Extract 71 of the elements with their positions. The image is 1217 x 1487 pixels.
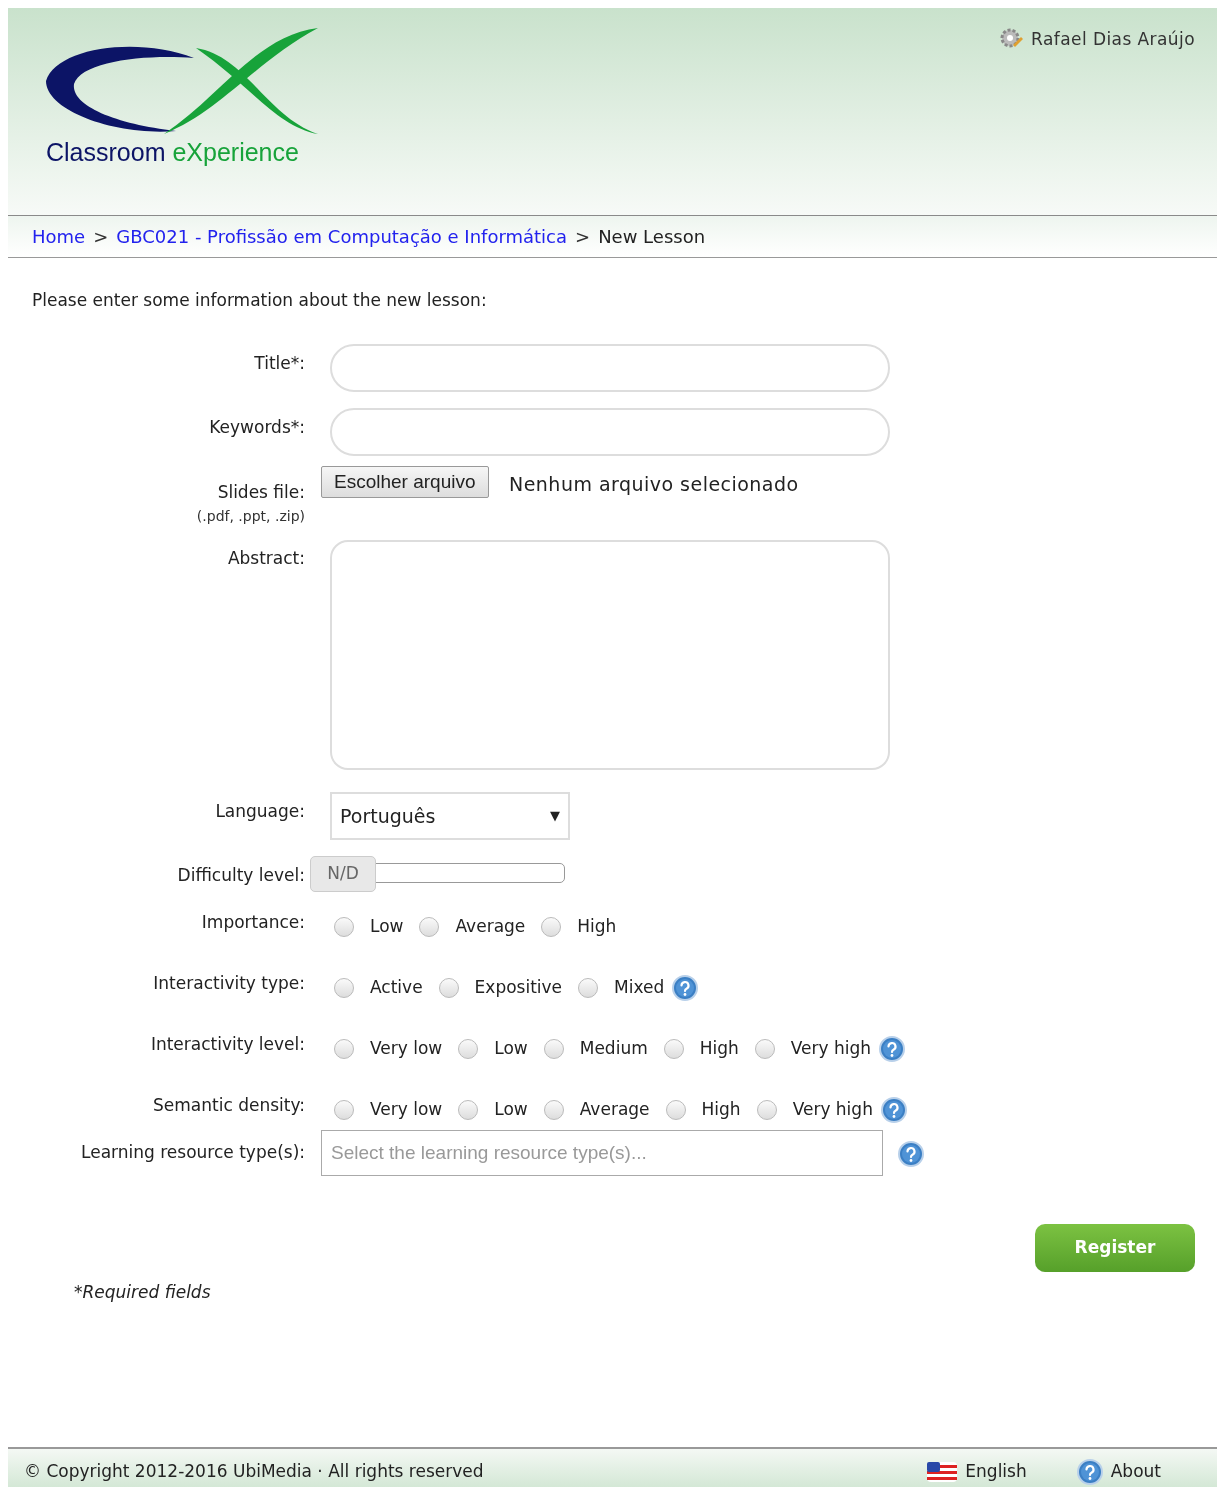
radio-label[interactable]: Very low: [370, 1036, 443, 1062]
radio-button[interactable]: [458, 1100, 479, 1120]
copyright-text: © Copyright 2012-2016 UbiMedia · All rights reserved: [24, 1460, 485, 1484]
field-label: Abstract:: [227, 547, 305, 570]
abstract-field[interactable]: [330, 540, 890, 770]
field-label: Slides file:: [217, 481, 305, 504]
required-note: *Required fields: [74, 1281, 211, 1304]
radio-button[interactable]: [419, 916, 440, 937]
radio-label[interactable]: Expositive: [474, 975, 563, 1001]
field-label: Title*:: [254, 352, 305, 375]
radio-button[interactable]: [438, 978, 459, 998]
radio-button[interactable]: [458, 1039, 479, 1059]
radio-button[interactable]: [334, 978, 354, 998]
breadcrumb-link[interactable]: GBC021 - Profissão em Computação e Informática: [116, 223, 568, 250]
radio-label[interactable]: Very low: [370, 1097, 443, 1123]
choose-file-button[interactable]: Escolher arquivo: [321, 466, 489, 498]
help-icon[interactable]: [672, 975, 699, 1001]
breadcrumb-link[interactable]: Home: [32, 223, 86, 250]
radio-button[interactable]: [663, 1039, 684, 1059]
field-label: Semantic density:: [153, 1094, 305, 1117]
radio-button[interactable]: [756, 1100, 777, 1120]
field-label: Interactivity type:: [153, 972, 305, 995]
radio-button[interactable]: [578, 978, 599, 998]
radio-label[interactable]: High: [577, 914, 617, 940]
gear-icon[interactable]: [999, 27, 1024, 49]
intro-text: Please enter some information about the new lesson:: [32, 289, 487, 312]
slider-handle[interactable]: N/D: [310, 856, 376, 892]
radio-label[interactable]: Medium: [579, 1036, 648, 1062]
radio-label[interactable]: Very high: [792, 1097, 873, 1123]
language-select[interactable]: Português ▼: [330, 792, 570, 840]
field-label: Learning resource type(s):: [81, 1141, 305, 1164]
keywords-field[interactable]: [330, 408, 890, 456]
help-icon[interactable]: [879, 1036, 906, 1062]
breadcrumb-separator: >: [575, 225, 591, 249]
field-label: Interactivity level:: [150, 1033, 305, 1056]
radio-label[interactable]: Very high: [790, 1036, 872, 1062]
radio-button[interactable]: [541, 916, 562, 937]
radio-button[interactable]: [334, 1100, 354, 1120]
radio-button[interactable]: [665, 1100, 686, 1120]
file-status: Nenhum arquivo selecionado: [509, 472, 799, 497]
radio-button[interactable]: [334, 1039, 354, 1059]
radio-button[interactable]: [754, 1039, 775, 1059]
radio-label[interactable]: Low: [370, 914, 404, 940]
radio-label[interactable]: Mixed: [614, 975, 665, 1001]
radio-button[interactable]: [334, 916, 354, 937]
help-icon[interactable]: [898, 1141, 924, 1167]
radio-label[interactable]: Low: [494, 1097, 528, 1123]
radio-label[interactable]: High: [699, 1036, 739, 1062]
language-link[interactable]: English: [965, 1459, 1027, 1485]
user-link[interactable]: Rafael Dias Araújo: [1031, 27, 1195, 53]
breadcrumb-current: New Lesson: [598, 225, 706, 249]
field-label: Keywords*:: [209, 416, 305, 439]
field-label: Importance:: [201, 911, 305, 934]
radio-label[interactable]: High: [701, 1097, 741, 1123]
title-field[interactable]: [330, 344, 890, 392]
radio-label[interactable]: Active: [370, 975, 423, 1001]
logo-text: Classroom eXperience: [46, 138, 299, 166]
field-label: Difficulty level:: [177, 864, 305, 887]
about-link[interactable]: About: [1110, 1459, 1161, 1485]
resource-type-field[interactable]: Select the learning resource type(s)...: [321, 1130, 883, 1176]
breadcrumb-separator: >: [93, 225, 109, 249]
file-types-hint: (.pdf, .ppt, .zip): [196, 507, 305, 526]
help-icon[interactable]: [1076, 1459, 1103, 1485]
help-icon[interactable]: [880, 1097, 907, 1123]
radio-label[interactable]: Low: [494, 1036, 528, 1062]
radio-label[interactable]: Average: [579, 1097, 650, 1123]
radio-label[interactable]: Average: [455, 914, 526, 940]
radio-button[interactable]: [543, 1100, 564, 1120]
field-label: Language:: [215, 800, 305, 823]
radio-button[interactable]: [543, 1039, 564, 1059]
flag-icon: [927, 1462, 958, 1482]
